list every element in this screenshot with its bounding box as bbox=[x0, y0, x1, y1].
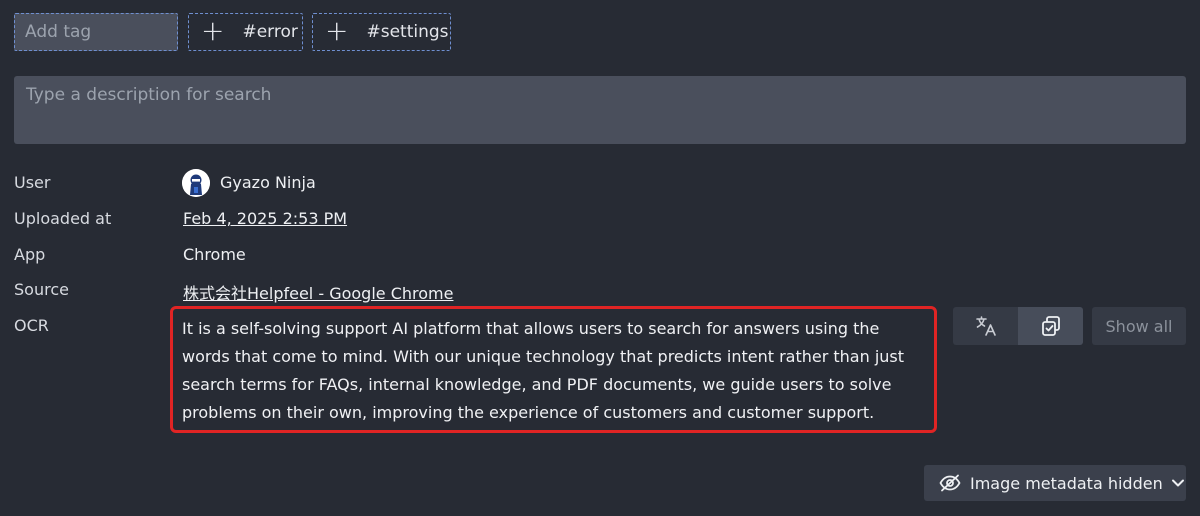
translate-button[interactable] bbox=[953, 307, 1018, 345]
app-label: App bbox=[14, 245, 46, 264]
tag-label: #settings bbox=[366, 22, 449, 42]
image-metadata-toggle[interactable]: Image metadata hidden bbox=[924, 465, 1186, 501]
ocr-label: OCR bbox=[14, 316, 49, 335]
user-label: User bbox=[14, 173, 51, 192]
description-placeholder: Type a description for search bbox=[26, 85, 272, 105]
source-link[interactable]: 株式会社Helpfeel - Google Chrome bbox=[183, 280, 453, 304]
user-name: Gyazo Ninja bbox=[220, 173, 316, 192]
ocr-action-group bbox=[953, 307, 1083, 345]
plus-icon: + bbox=[201, 14, 225, 47]
show-all-label: Show all bbox=[1105, 316, 1173, 336]
show-all-button[interactable]: Show all bbox=[1092, 307, 1186, 345]
uploaded-at-link[interactable]: Feb 4, 2025 2:53 PM bbox=[183, 209, 347, 228]
avatar bbox=[182, 169, 210, 197]
metadata-toggle-label: Image metadata hidden bbox=[970, 473, 1163, 493]
copy-button[interactable] bbox=[1018, 307, 1083, 345]
ocr-text-box: It is a self-solving support AI platform… bbox=[170, 306, 937, 433]
tag-error[interactable]: + #error bbox=[188, 13, 303, 51]
source-label: Source bbox=[14, 280, 69, 299]
add-tag-input[interactable]: Add tag bbox=[14, 13, 178, 51]
copy-icon bbox=[1039, 314, 1063, 338]
chevron-down-icon bbox=[1171, 478, 1185, 488]
translate-icon bbox=[974, 314, 998, 338]
tag-label: #error bbox=[242, 22, 298, 42]
eye-slash-icon bbox=[939, 474, 961, 492]
tag-settings[interactable]: + #settings bbox=[312, 13, 451, 51]
app-value: Chrome bbox=[183, 245, 246, 264]
image-detail-panel: Add tag + #error + #settings Type a desc… bbox=[0, 0, 1200, 516]
add-tag-placeholder: Add tag bbox=[25, 22, 92, 42]
uploaded-at-label: Uploaded at bbox=[14, 209, 112, 228]
ocr-text: It is a self-solving support AI platform… bbox=[182, 319, 905, 422]
description-field[interactable]: Type a description for search bbox=[14, 76, 1186, 144]
plus-icon: + bbox=[325, 14, 349, 47]
